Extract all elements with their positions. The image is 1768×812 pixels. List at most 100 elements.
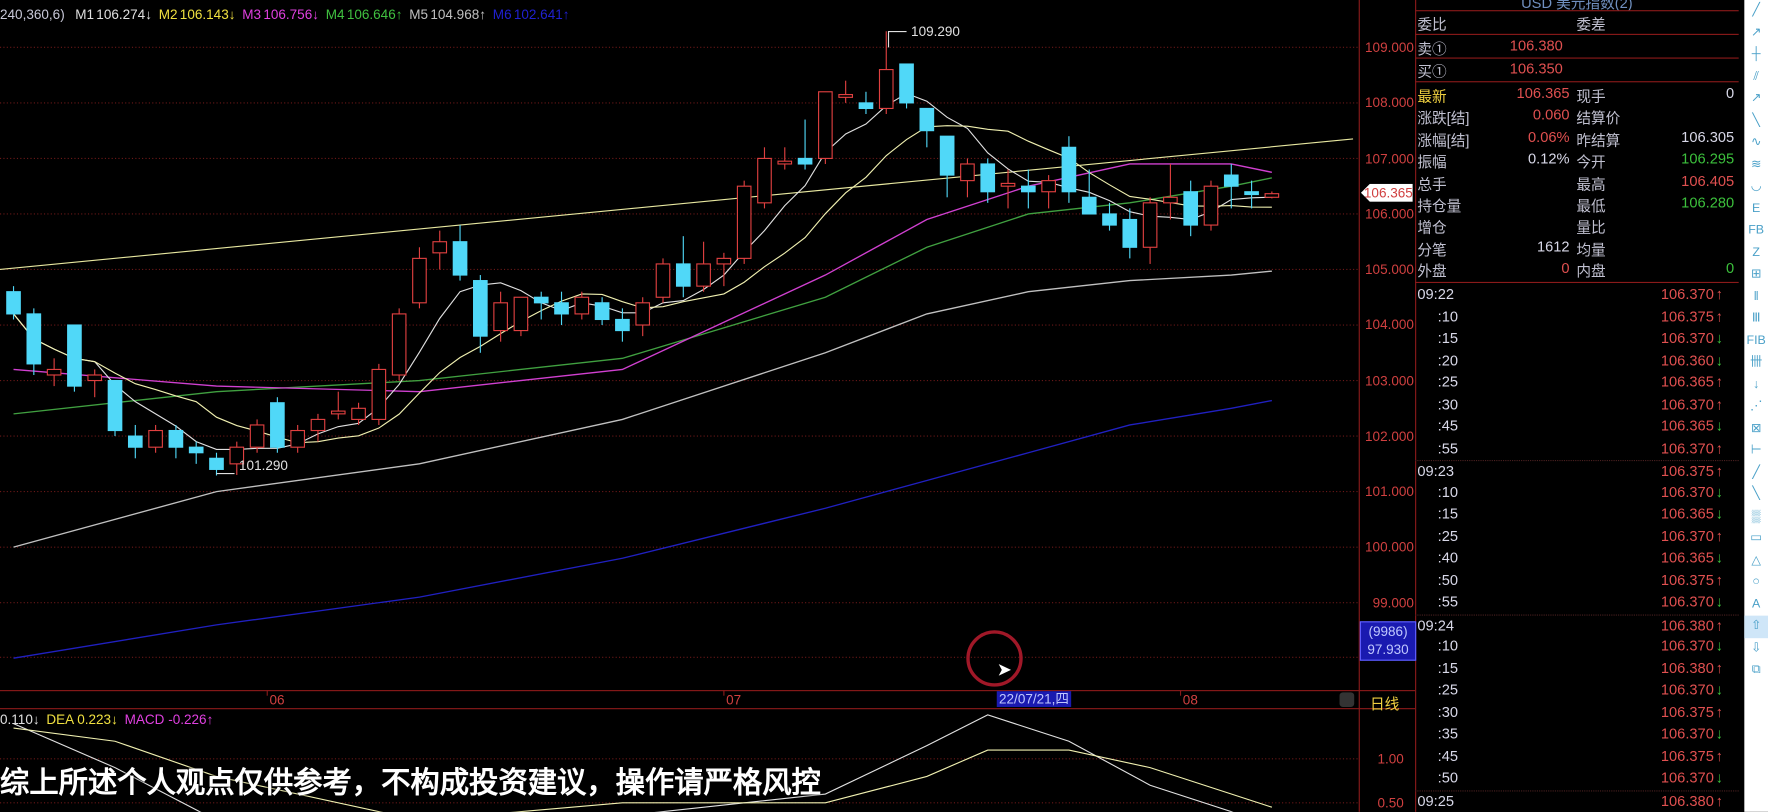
tick-direction: ↑ — [1715, 462, 1723, 480]
draw-icon[interactable]: ⇧ — [1744, 615, 1768, 638]
wave-icon[interactable]: ∿ — [1744, 132, 1768, 154]
tick-row: :45 106.365 ↓ — [1415, 416, 1739, 437]
buy-row[interactable]: 买① 106.350 — [1415, 59, 1739, 80]
candle — [1183, 180, 1199, 237]
tick-row: :10 106.375 ↑ — [1415, 306, 1739, 327]
palette-icon[interactable]: ⧉ — [1744, 660, 1768, 682]
candle-body — [371, 368, 387, 420]
down-line-icon[interactable]: ⋰ — [1744, 396, 1768, 418]
quote-label: 总手 — [1417, 175, 1447, 193]
tick-time: :55 — [1437, 439, 1459, 457]
candle — [1244, 180, 1259, 209]
video-subtitle: 综上所述个人观点仅供参考，不构成投资建议，操作请严格风控 — [0, 766, 821, 801]
candle — [838, 80, 853, 103]
tick-direction: ↓ — [1715, 768, 1723, 786]
candle — [330, 391, 346, 420]
tick-price: 106.370 — [1660, 637, 1714, 654]
ray-icon[interactable]: ↗ — [1744, 22, 1768, 44]
candle-body — [1000, 182, 1016, 187]
tick-row: :15 106.370 ↓ — [1415, 328, 1739, 349]
tick-direction: ↑ — [1715, 439, 1723, 457]
up-line-icon[interactable]: ↓ — [1744, 374, 1768, 396]
ellipse-icon[interactable]: ╲ — [1744, 484, 1768, 506]
parallel-line-icon[interactable]: ⫽ — [1744, 66, 1768, 88]
scroll-button[interactable] — [1339, 692, 1355, 707]
tick-row: :25 106.365 ↑ — [1415, 372, 1739, 393]
candle — [6, 286, 21, 320]
price-tick: 104.000 — [1365, 317, 1414, 333]
fib-time-icon[interactable]: Z — [1744, 242, 1768, 264]
arc-icon[interactable]: ◡ — [1744, 176, 1768, 198]
candle-body — [736, 185, 752, 259]
candle — [270, 397, 285, 453]
eraser-icon[interactable]: ⇩ — [1744, 638, 1768, 660]
up-arrow-icon[interactable]: ▭ — [1744, 528, 1768, 550]
quote-row: 增仓 量比 — [1415, 215, 1739, 236]
candle-body — [6, 291, 21, 315]
fib-extension-icon[interactable]: E — [1744, 198, 1768, 220]
down-arrow-icon[interactable]: △ — [1744, 550, 1768, 572]
date-axis-top — [0, 690, 1416, 692]
gann-icon[interactable]: ⊞ — [1744, 264, 1768, 286]
candle-body — [716, 257, 732, 265]
line-icon[interactable]: ╱ — [1744, 0, 1768, 22]
weicha-label: 委差 — [1576, 15, 1606, 33]
tick-time: :35 — [1437, 725, 1459, 742]
text-icon[interactable]: ▒ — [1744, 506, 1768, 528]
candle-body — [209, 457, 224, 470]
candle-body — [696, 263, 711, 287]
candle-body — [1061, 146, 1077, 193]
candle-body — [1183, 191, 1199, 226]
quote-label: 外盘 — [1417, 262, 1447, 280]
candle-body — [655, 263, 671, 298]
wave2-icon[interactable]: ≋ — [1744, 154, 1768, 176]
candle — [46, 358, 62, 387]
tick-direction: ↓ — [1715, 329, 1723, 347]
weibi-label: 委比 — [1417, 15, 1447, 33]
quote-value: 0.060 — [1532, 106, 1570, 124]
gann-box-icon[interactable]: FIB — [1744, 330, 1768, 352]
candle — [371, 363, 387, 425]
arrow-down-line-icon[interactable]: ǁ — [1744, 286, 1768, 308]
fib-icon[interactable]: FB — [1744, 220, 1768, 242]
sell-price: 106.380 — [1509, 37, 1563, 55]
quote-label: 量比 — [1576, 219, 1606, 237]
fan-icon[interactable]: Ⅲ — [1744, 308, 1768, 330]
copy-icon[interactable]: ○ — [1744, 572, 1768, 594]
candle-body — [757, 157, 772, 204]
triangle-icon[interactable]: ╱ — [1744, 462, 1768, 484]
tick-time: :45 — [1437, 747, 1459, 764]
high-marker — [887, 31, 907, 48]
sell-row[interactable]: 卖① 106.380 — [1415, 36, 1739, 57]
horizontal-line-icon[interactable]: ┼ — [1744, 44, 1768, 66]
lock-icon[interactable]: A — [1744, 594, 1768, 616]
arrow-line-icon[interactable]: ↗ — [1744, 88, 1768, 110]
tick-time: :50 — [1437, 768, 1459, 786]
candle — [87, 369, 103, 398]
candle — [473, 275, 488, 353]
channel-icon[interactable]: 卌 — [1744, 352, 1768, 374]
tick-time: 09:22 — [1417, 285, 1455, 303]
candle — [818, 91, 833, 164]
candle — [1041, 175, 1056, 209]
candle-body — [1244, 191, 1259, 196]
candle-body — [351, 407, 366, 420]
tick-direction: ↑ — [1715, 747, 1723, 764]
candle — [209, 452, 224, 476]
candle-body — [1264, 193, 1280, 198]
candle-body — [1203, 185, 1219, 226]
candle-body — [1020, 185, 1036, 193]
tick-price: 106.365 — [1660, 505, 1714, 523]
tick-time: 09:24 — [1417, 616, 1455, 634]
candle — [939, 135, 955, 198]
zigzag-icon[interactable]: ╲ — [1744, 110, 1768, 132]
tick-row: :50 106.375 ↑ — [1415, 570, 1739, 591]
quote-row: 持仓量 最低 106.280 — [1415, 193, 1739, 214]
period-label[interactable]: 日线 — [1370, 692, 1399, 713]
candle-body — [452, 241, 468, 276]
rectangle-icon[interactable]: ⊢ — [1744, 440, 1768, 462]
candle-body — [270, 402, 285, 448]
tick-price: 106.370 — [1660, 725, 1714, 742]
candle-body — [249, 424, 265, 448]
cross-hatch-icon[interactable]: ⊠ — [1744, 418, 1768, 440]
